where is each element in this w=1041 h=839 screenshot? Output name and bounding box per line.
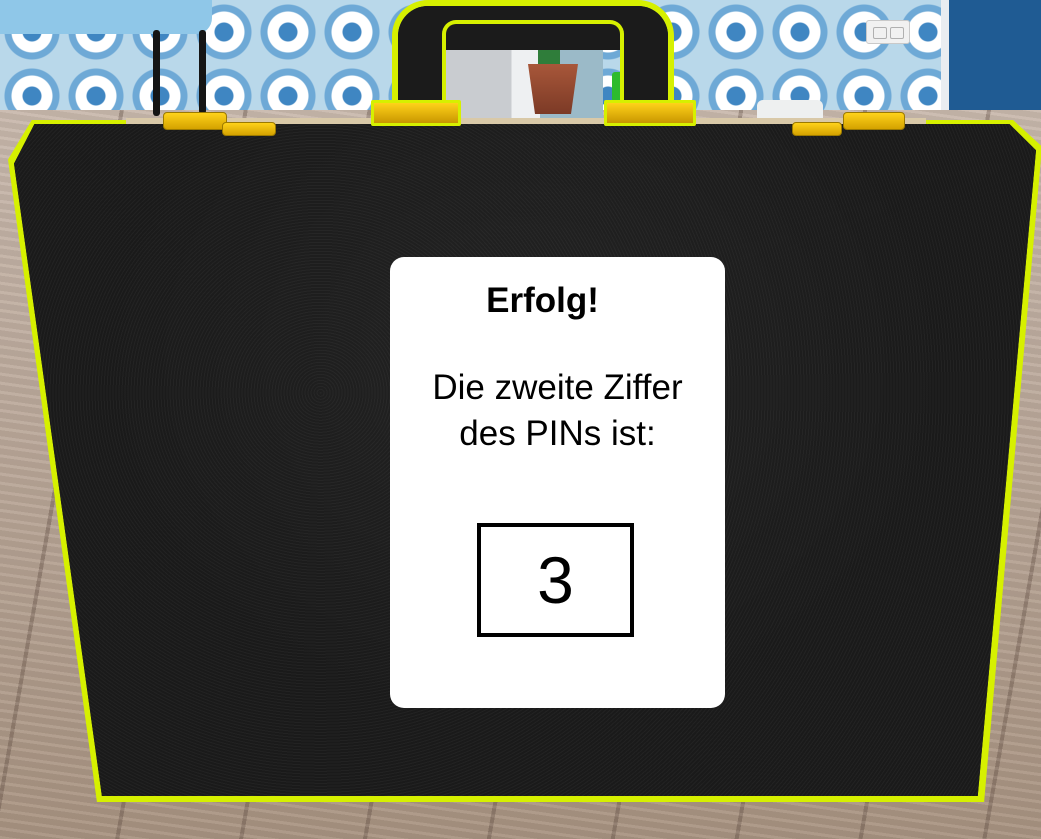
blue-door [941, 0, 1041, 112]
briefcase-handle-inner-outline [442, 20, 624, 122]
panel-title: Erfolg! [486, 281, 599, 320]
briefcase-clasp-right[interactable] [843, 112, 905, 130]
blue-chair [0, 0, 212, 34]
chair-leg [153, 30, 160, 116]
pin-digit-box: 3 [477, 523, 634, 637]
paper-roll [757, 100, 823, 118]
chair-leg [199, 30, 206, 114]
panel-message: Die zweite Ziffer des PINs ist: [432, 368, 683, 453]
socket-outlet [873, 27, 887, 39]
wall-socket [866, 20, 910, 44]
briefcase-latch-left[interactable] [222, 122, 276, 136]
socket-outlet [890, 27, 904, 39]
briefcase-clasp-left[interactable] [163, 112, 227, 130]
success-panel: Erfolg! Die zweite Ziffer des PINs ist: … [390, 257, 725, 708]
briefcase-latch-right[interactable] [792, 122, 842, 136]
handle-mount-left [371, 100, 461, 126]
handle-mount-right [604, 100, 696, 126]
game-scene: Erfolg! Die zweite Ziffer des PINs ist: … [0, 0, 1041, 839]
pin-digit: 3 [537, 543, 574, 617]
